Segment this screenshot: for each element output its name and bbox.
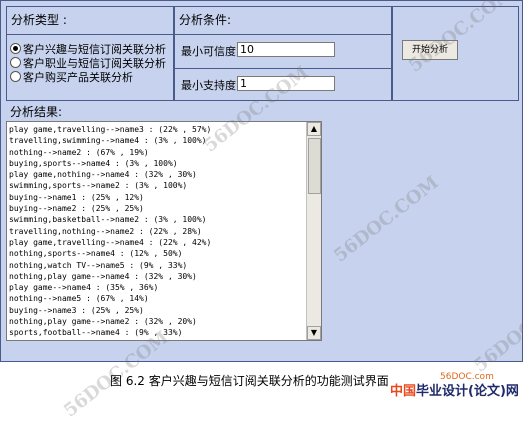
result-line: nothing-->name2 : (67% , 19%)	[9, 147, 149, 157]
analysis-result-textarea[interactable]: play game,travelling-->name3 : (22% , 57…	[6, 121, 322, 341]
scroll-up-arrow-icon[interactable]: ▲	[307, 122, 321, 136]
scroll-thumb[interactable]	[308, 138, 321, 194]
min-confidence-label: 最小可信度	[181, 45, 236, 58]
watermark-logo: 中国毕业设计(论文)网	[390, 384, 519, 400]
result-lines: play game,travelling-->name3 : (22% , 57…	[9, 124, 305, 340]
figure-caption: 图 6.2 客户兴趣与短信订阅关联分析的功能测试界面	[110, 374, 389, 388]
result-line: travelling,swimming-->name4 : (3% , 100%…	[9, 136, 207, 146]
min-support-label: 最小支持度	[181, 79, 236, 92]
result-line: buying,sports-->name4 : (3% , 100%)	[9, 158, 178, 168]
result-line: play game,travelling-->name4 : (22% , 42…	[9, 237, 212, 247]
min-confidence-input[interactable]	[237, 42, 335, 57]
radio-label: 客户兴趣与短信订阅关联分析	[23, 43, 166, 56]
radio-interest-sms[interactable]: 客户兴趣与短信订阅关联分析	[10, 43, 166, 57]
analysis-condition-title: 分析条件:	[179, 13, 232, 27]
result-line: buying-->name1 : (25% , 12%)	[9, 192, 144, 202]
radio-label: 客户职业与短信订阅关联分析	[23, 57, 166, 70]
result-line: nothing,sports-->name4 : (12% , 50%)	[9, 249, 183, 259]
result-line: nothing,watch TV-->name5 : (9% , 33%)	[9, 260, 188, 270]
radio-occupation-sms[interactable]: 客户职业与短信订阅关联分析	[10, 57, 166, 71]
result-line: nothing,play game-->name2 : (32% , 20%)	[9, 317, 197, 327]
watermark-logo-part2: 毕业设计(论文)网	[416, 384, 519, 399]
analysis-type-panel: 分析类型 : 客户兴趣与短信订阅关联分析 客户职业与短信订阅关联分析 客户购买产…	[6, 6, 174, 101]
radio-icon[interactable]	[10, 71, 21, 82]
result-line: travelling,nothing-->name2 : (22% , 28%)	[9, 226, 202, 236]
radio-selected-icon[interactable]	[10, 43, 21, 54]
analysis-condition-header: 分析条件:	[175, 7, 391, 35]
result-line: play game,travelling-->name3 : (22% , 57…	[9, 125, 212, 134]
min-confidence-row: 最小可信度	[175, 35, 391, 67]
watermark-site: 56DOC.com	[440, 372, 494, 382]
result-line: buying-->name3 : (25% , 25%)	[9, 305, 144, 315]
radio-icon[interactable]	[10, 57, 21, 68]
radio-label: 客户购买产品关联分析	[23, 71, 133, 84]
analysis-result-label: 分析结果:	[10, 105, 63, 119]
result-line: nothing,play game-->name4 : (32% , 30%)	[9, 271, 197, 281]
result-line: nothing-->name5 : (67% , 14%)	[9, 294, 149, 304]
result-line: swimming,sports-->name2 : (3% , 100%)	[9, 181, 188, 191]
analysis-type-title: 分析类型 :	[11, 13, 67, 27]
analysis-type-header: 分析类型 :	[7, 7, 173, 35]
watermark-logo-part1: 中国	[390, 384, 417, 399]
radio-product-purchase[interactable]: 客户购买产品关联分析	[10, 71, 133, 85]
scroll-down-arrow-icon[interactable]: ▼	[307, 326, 321, 340]
result-line: play game-->name4 : (35% , 36%)	[9, 283, 159, 293]
result-line: play game,nothing-->name4 : (32% , 30%)	[9, 170, 197, 180]
vertical-scrollbar[interactable]: ▲ ▼	[306, 122, 321, 340]
result-line: buying-->name2 : (25% , 25%)	[9, 204, 144, 214]
result-line: swimming,basketball-->name2 : (3% , 100%…	[9, 215, 207, 225]
